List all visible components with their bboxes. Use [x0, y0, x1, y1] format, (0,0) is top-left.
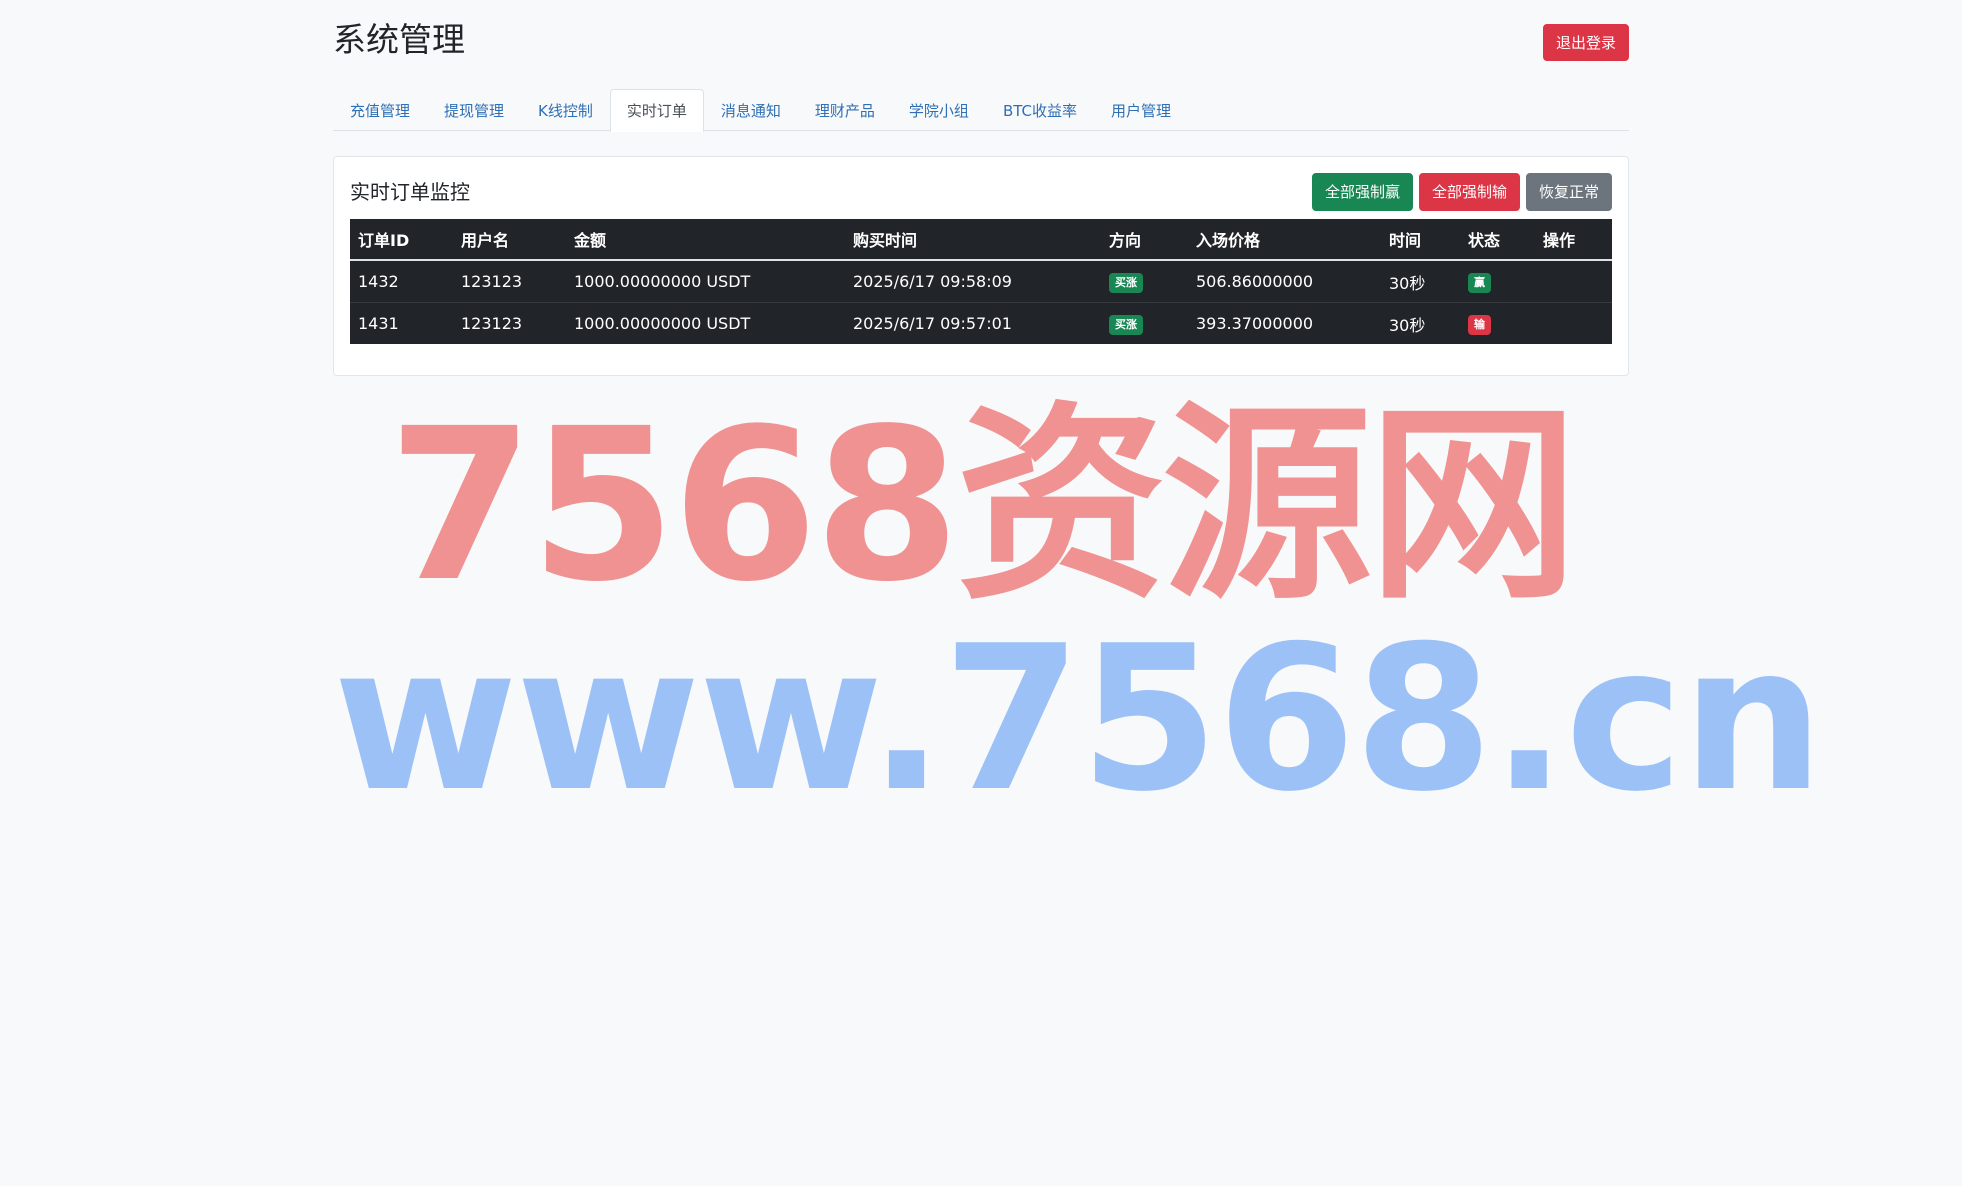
cell-purchase-time: 2025/6/17 09:58:09	[845, 259, 1101, 303]
status-badge: 赢	[1468, 272, 1491, 293]
cell-order-id: 1431	[350, 302, 453, 344]
page-header: 系统管理 退出登录	[333, 0, 1629, 88]
cell-entry-price: 506.86000000	[1188, 259, 1381, 303]
cell-username: 123123	[453, 259, 566, 303]
cell-status: 赢	[1460, 259, 1535, 303]
cell-status: 输	[1460, 302, 1535, 344]
logout-button[interactable]: 退出登录	[1542, 24, 1629, 61]
force-lose-all-button[interactable]: 全部强制输	[1418, 173, 1520, 211]
direction-badge: 买涨	[1109, 314, 1143, 335]
card-actions: 全部强制赢 全部强制输 恢复正常	[1311, 173, 1612, 211]
col-purchase-time: 购买时间	[845, 219, 1101, 261]
cell-amount: 1000.00000000 USDT	[566, 302, 845, 344]
page-title: 系统管理	[333, 20, 465, 59]
col-order-id: 订单ID	[350, 219, 453, 261]
table-row: 1431 123123 1000.00000000 USDT 2025/6/17…	[350, 302, 1612, 344]
cell-amount: 1000.00000000 USDT	[566, 259, 845, 303]
col-actions: 操作	[1535, 219, 1612, 261]
cell-duration: 30秒	[1381, 259, 1460, 303]
tab-btc-yield[interactable]: BTC收益率	[986, 89, 1094, 131]
col-duration: 时间	[1381, 219, 1460, 261]
col-entry-price: 入场价格	[1188, 219, 1381, 261]
cell-entry-price: 393.37000000	[1188, 302, 1381, 344]
tab-recharge[interactable]: 充值管理	[333, 89, 427, 131]
col-status: 状态	[1460, 219, 1535, 261]
cell-direction: 买涨	[1101, 302, 1188, 344]
nav-tabs: 充值管理 提现管理 K线控制 实时订单 消息通知 理财产品 学院小组 BTC收益…	[333, 89, 1629, 132]
tab-withdraw[interactable]: 提现管理	[427, 89, 521, 131]
cell-duration: 30秒	[1381, 302, 1460, 344]
cell-order-id: 1432	[350, 259, 453, 303]
col-direction: 方向	[1101, 219, 1188, 261]
col-username: 用户名	[453, 219, 566, 261]
cell-username: 123123	[453, 302, 566, 344]
cell-actions	[1535, 302, 1612, 344]
tab-user-management[interactable]: 用户管理	[1094, 89, 1188, 131]
status-badge: 输	[1468, 314, 1491, 335]
tab-kline-control[interactable]: K线控制	[521, 89, 610, 131]
tab-realtime-orders[interactable]: 实时订单	[609, 89, 704, 132]
app-container: 系统管理 退出登录 充值管理 提现管理 K线控制 实时订单 消息通知 理财产品 …	[333, 0, 1629, 376]
watermark-url: www.7568.cn	[333, 603, 1824, 836]
tab-academy-groups[interactable]: 学院小组	[892, 89, 986, 131]
cell-direction: 买涨	[1101, 259, 1188, 303]
col-amount: 金额	[566, 219, 845, 261]
watermark-title: 7568资源网	[387, 383, 1578, 628]
tab-notifications[interactable]: 消息通知	[704, 89, 798, 131]
table-row: 1432 123123 1000.00000000 USDT 2025/6/17…	[350, 259, 1612, 303]
table-header-row: 订单ID 用户名 金额 购买时间 方向 入场价格 时间 状态 操作	[350, 219, 1612, 261]
card-title: 实时订单监控	[350, 180, 470, 204]
restore-normal-button[interactable]: 恢复正常	[1525, 173, 1612, 211]
orders-table: 订单ID 用户名 金额 购买时间 方向 入场价格 时间 状态 操作 1432 1…	[350, 219, 1612, 344]
cell-actions	[1535, 259, 1612, 303]
force-win-all-button[interactable]: 全部强制赢	[1311, 173, 1413, 211]
tab-financial-products[interactable]: 理财产品	[798, 89, 892, 131]
direction-badge: 买涨	[1109, 272, 1143, 293]
cell-purchase-time: 2025/6/17 09:57:01	[845, 302, 1101, 344]
orders-card: 实时订单监控 全部强制赢 全部强制输 恢复正常 订单ID 用户名 金额 购买时间…	[333, 156, 1629, 376]
